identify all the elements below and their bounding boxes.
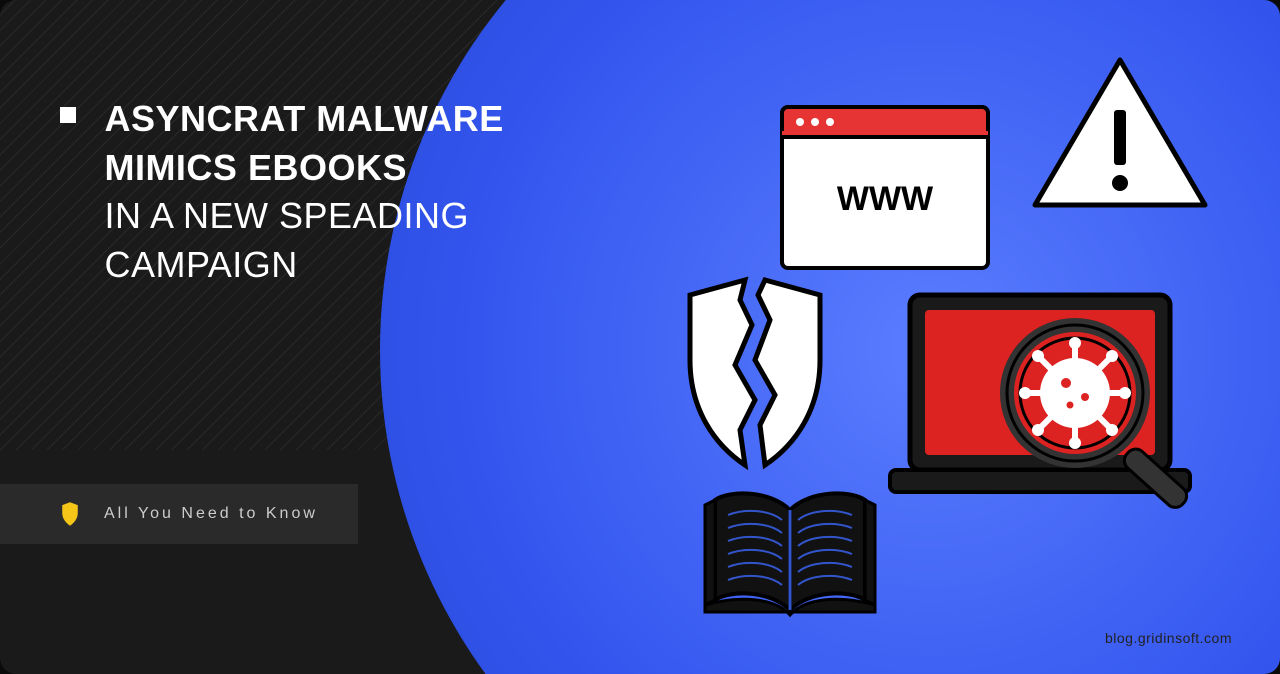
heading-line-2: MIMICS EBOOKS [104, 144, 503, 193]
watermark: blog.gridinsoft.com [1105, 630, 1232, 646]
heading-block: ASYNCRAT MALWARE MIMICS EBOOKS IN A NEW … [60, 95, 504, 289]
blog-banner: ASYNCRAT MALWARE MIMICS EBOOKS IN A NEW … [0, 0, 1280, 674]
browser-window-icon: WWW [780, 105, 990, 270]
tag-bar: All You Need to Know [0, 484, 358, 544]
tag-label: All You Need to Know [104, 505, 318, 523]
bullet-square-icon [60, 107, 76, 123]
shield-icon [60, 502, 80, 526]
heading-text: ASYNCRAT MALWARE MIMICS EBOOKS IN A NEW … [104, 95, 503, 289]
broken-shield-icon [660, 270, 850, 470]
svg-text:WWW: WWW [837, 180, 934, 218]
heading-line-3: IN A NEW SPEADING [104, 192, 503, 241]
heading-line-4: CAMPAIGN [104, 241, 503, 290]
heading-line-1: ASYNCRAT MALWARE [104, 95, 503, 144]
laptop-virus-magnifier-icon [880, 285, 1220, 515]
warning-triangle-icon [1030, 55, 1210, 215]
open-book-icon [700, 480, 880, 630]
